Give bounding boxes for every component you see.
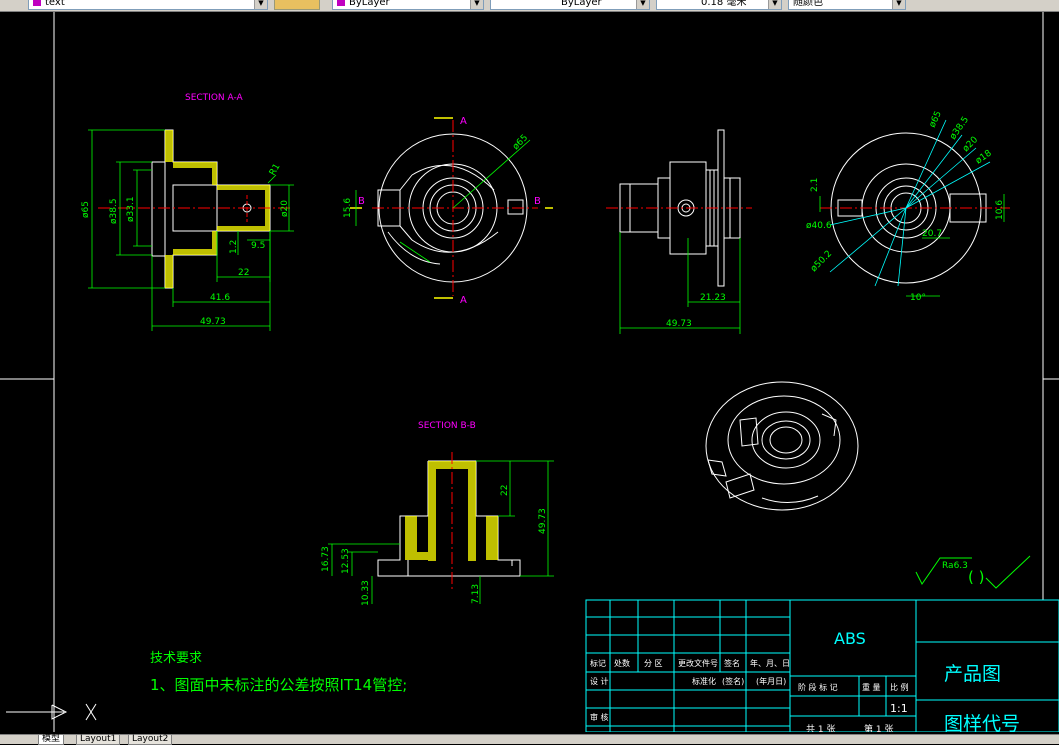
dim-back-d65: ø65 — [928, 110, 944, 130]
row-label-change-doc: 更改文件号 — [678, 658, 718, 668]
dim-10-33: 10.33 — [361, 580, 371, 606]
cut-label-b-left: B — [358, 196, 365, 207]
layer-select[interactable]: ByLayer ▼ — [332, 0, 484, 10]
section-aa-view: ø65 ø38.5 ø33.1 ø20 R1 22 41.6 49.73 1.2… — [81, 129, 294, 331]
dim-41-6: 41.6 — [210, 293, 230, 303]
dim-15-6: 15.6 — [343, 198, 353, 218]
isometric-view — [705, 381, 859, 511]
dim-bb-22: 22 — [500, 485, 510, 496]
dim-22: 22 — [238, 268, 249, 278]
back-view: ø65 ø38.5 ø20 ø18 2.1 ø40.6 ø50.2 20.7 1… — [806, 110, 1010, 303]
dim-d40-6: ø40.6 — [806, 221, 832, 231]
date-label: (年月日) — [756, 676, 786, 686]
chevron-down-icon: ▼ — [470, 0, 483, 9]
cut-label-a-bottom: A — [460, 295, 467, 306]
dim-12-53: 12.53 — [341, 548, 351, 574]
dim-20-7: 20.7 — [922, 229, 942, 239]
scale-value: 1:1 — [890, 702, 908, 715]
dim-2-1: 2.1 — [810, 178, 820, 192]
dim-r1: R1 — [268, 162, 283, 177]
tech-requirements-title: 技术要求 — [150, 651, 202, 666]
ucs-icon — [6, 703, 97, 721]
linetype-select[interactable]: ByLayer ▼ — [490, 0, 650, 10]
dim-side-49-73: 49.73 — [666, 319, 692, 329]
color-swatch-icon — [33, 0, 41, 6]
front-view: A A B B ø65 15.6 — [343, 116, 553, 306]
section-bb-label: SECTION B-B — [418, 421, 476, 431]
properties-toolbar: text ▼ ByLayer ▼ ByLayer ▼ 0.18 毫米 ▼ 随颜色 ▼ — [0, 0, 1059, 12]
roughness-value: Ra6.3 — [942, 561, 968, 571]
chevron-down-icon: ▼ — [892, 0, 905, 9]
tab-layout2[interactable]: Layout2 — [128, 735, 173, 745]
color-swatch-icon — [337, 0, 345, 6]
dim-1-2: 1.2 — [229, 240, 239, 254]
standard-label: 标准化 — [692, 676, 716, 686]
drawing-frame — [0, 12, 1059, 732]
dim-front-d65: ø65 — [511, 133, 530, 152]
side-view: 21.23 49.73 — [606, 129, 752, 334]
dim-back-d18: ø18 — [974, 148, 994, 166]
dim-back-d20: ø20 — [961, 135, 980, 154]
dim-49-73: 49.73 — [200, 317, 226, 327]
text-style-select[interactable]: text ▼ — [28, 0, 268, 10]
tab-layout1[interactable]: Layout1 — [76, 735, 121, 745]
dim-9-5: 9.5 — [251, 241, 265, 251]
cut-label-a-top: A — [460, 116, 467, 127]
chevron-down-icon: ▼ — [254, 0, 267, 9]
row-label-signature: 签名 — [724, 658, 740, 668]
chevron-down-icon: ▼ — [636, 0, 649, 9]
cut-label-b-right: B — [534, 196, 541, 207]
dim-d33-1: ø33.1 — [126, 196, 136, 222]
drawing-canvas[interactable]: SECTION A-A ø65 ø38.5 ø33.1 ø20 R1 22 41… — [0, 12, 1059, 732]
dim-angle-10: 10° — [910, 293, 926, 303]
dim-d65: ø65 — [81, 201, 91, 218]
stage-mark-label: 阶 段 标 记 — [798, 682, 838, 692]
row-label-zone: 分 区 — [644, 659, 663, 668]
roughness-bracket: ( ) — [968, 568, 984, 586]
dim-d38-5: ø38.5 — [109, 198, 119, 224]
dim-10-6: 10.6 — [995, 200, 1005, 220]
material-label: ABS — [834, 629, 866, 648]
section-aa-label: SECTION A-A — [185, 93, 244, 103]
dim-21-23: 21.23 — [700, 293, 726, 303]
scale-header-label: 比 例 — [890, 682, 909, 692]
drawing-code-label: 图样代号 — [944, 713, 1020, 732]
sign-label: (签名) — [722, 676, 744, 686]
drawing-type-label: 产品图 — [944, 663, 1001, 685]
color-select[interactable]: 随颜色 ▼ — [788, 0, 906, 10]
tab-model[interactable]: 模型 — [38, 735, 65, 745]
design-label: 设 计 — [590, 676, 609, 686]
row-label-count: 处数 — [614, 658, 630, 668]
layer-tools-icon[interactable] — [274, 0, 320, 10]
dim-7-13: 7.13 — [471, 584, 481, 604]
dim-d50-2: ø50.2 — [809, 249, 834, 274]
section-bb-view: 22 49.73 16.73 12.53 10.33 7.13 — [321, 452, 554, 606]
dim-d20: ø20 — [280, 200, 290, 217]
chevron-down-icon: ▼ — [768, 0, 781, 9]
dim-16-73: 16.73 — [321, 546, 331, 572]
lineweight-select[interactable]: 0.18 毫米 ▼ — [656, 0, 782, 10]
row-label-date: 年、月、日 — [750, 658, 790, 668]
sheet-num-label: 第 1 张 — [864, 723, 893, 732]
tech-requirements-note: 1、图面中未标注的公差按照IT14管控; — [150, 676, 407, 694]
sheet-total-label: 共 1 张 — [806, 724, 835, 732]
weight-label: 重 量 — [862, 682, 881, 692]
dim-bb-49-73: 49.73 — [538, 508, 548, 534]
review-label: 审 核 — [590, 712, 609, 722]
row-label-mark: 标记 — [590, 658, 606, 668]
